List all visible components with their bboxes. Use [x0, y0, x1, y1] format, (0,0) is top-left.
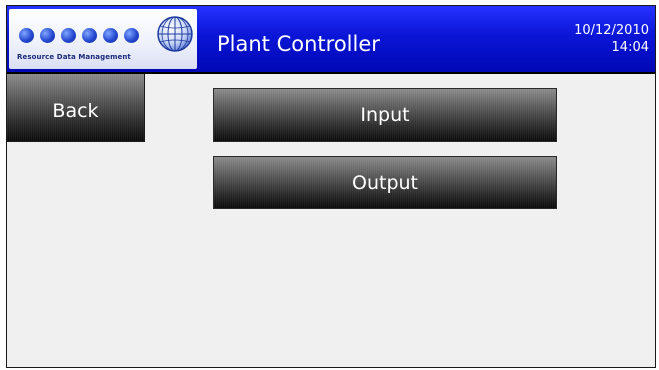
logo-dot — [103, 28, 118, 43]
date-text: 10/12/2010 — [574, 23, 649, 38]
logo-dots — [19, 28, 139, 43]
company-logo: Resource Data Management — [9, 9, 197, 69]
globe-icon — [157, 16, 193, 52]
page-title: Plant Controller — [217, 32, 380, 56]
logo-dot — [82, 28, 97, 43]
header-bar: Resource Data Management Plant Controlle… — [7, 6, 655, 72]
back-button[interactable]: Back — [7, 74, 145, 142]
output-button[interactable]: Output — [213, 156, 557, 209]
logo-dot — [40, 28, 55, 43]
logo-dot — [19, 28, 34, 43]
time-text: 14:04 — [611, 40, 649, 55]
controller-screen: Resource Data Management Plant Controlle… — [6, 5, 656, 368]
input-button[interactable]: Input — [213, 88, 557, 142]
logo-dot — [61, 28, 76, 43]
logo-text: Resource Data Management — [17, 53, 131, 61]
datetime-display: 10/12/2010 14:04 — [574, 22, 649, 56]
logo-dot — [124, 28, 139, 43]
